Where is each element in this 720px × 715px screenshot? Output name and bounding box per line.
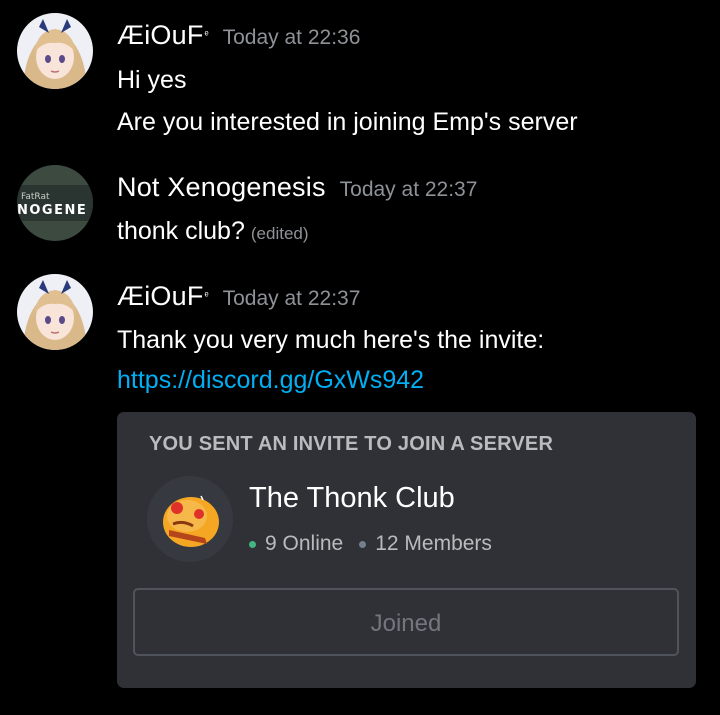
joined-button[interactable]: Joined bbox=[133, 588, 679, 656]
username-badge: ᵉ bbox=[204, 29, 209, 41]
anime-girl-avatar-icon bbox=[17, 13, 93, 89]
chat-messages: ÆiOuF ᵉ Today at 22:36 Hi yes Are you in… bbox=[0, 0, 720, 715]
message-text: Hi yes bbox=[117, 66, 187, 94]
avatar-text-top: FatRat bbox=[21, 192, 50, 202]
username[interactable]: Not Xenogenesis bbox=[117, 172, 326, 203]
member-count: 12 Members bbox=[375, 532, 492, 555]
message-content: thonk club? bbox=[117, 217, 245, 245]
username-badge: ᵉ bbox=[204, 290, 209, 302]
message-header: ÆiOuF ᵉ Today at 22:37 bbox=[117, 281, 360, 312]
server-name[interactable]: The Thonk Club bbox=[249, 482, 455, 515]
message-header: ÆiOuF ᵉ Today at 22:36 bbox=[117, 20, 360, 51]
message-link-line: https://discord.gg/GxWs942 bbox=[117, 366, 424, 395]
user-avatar[interactable] bbox=[17, 274, 93, 350]
edited-label: (edited) bbox=[250, 224, 309, 243]
user-avatar[interactable] bbox=[17, 13, 93, 89]
invite-link[interactable]: https://discord.gg/GxWs942 bbox=[117, 366, 424, 394]
thonk-emoji-icon bbox=[147, 476, 233, 562]
avatar-text-bottom: NOGENE bbox=[17, 203, 87, 218]
username[interactable]: ÆiOuF bbox=[117, 281, 204, 312]
members-status-dot bbox=[359, 540, 367, 548]
message-text: Are you interested in joining Emp's serv… bbox=[117, 108, 578, 136]
thefatrat-xenogenesis-avatar-icon: FatRat NOGENE bbox=[17, 165, 93, 241]
server-icon[interactable] bbox=[147, 476, 233, 562]
message-text: thonk club? (edited) bbox=[117, 217, 309, 246]
invite-title: YOU SENT AN INVITE TO JOIN A SERVER bbox=[149, 433, 554, 455]
online-count: 9 Online bbox=[265, 532, 344, 555]
message-text: Thank you very much here's the invite: bbox=[117, 326, 545, 354]
anime-girl-avatar-icon bbox=[17, 274, 93, 350]
timestamp: Today at 22:37 bbox=[339, 178, 478, 201]
online-status-dot bbox=[249, 540, 256, 548]
timestamp: Today at 22:36 bbox=[222, 26, 361, 49]
user-avatar[interactable]: FatRat NOGENE bbox=[17, 165, 93, 241]
server-invite-embed: YOU SENT AN INVITE TO JOIN A SERVER The … bbox=[117, 412, 696, 688]
message-header: Not Xenogenesis Today at 22:37 bbox=[117, 172, 477, 203]
username[interactable]: ÆiOuF bbox=[117, 20, 204, 51]
timestamp: Today at 22:37 bbox=[222, 287, 361, 310]
server-stats: 9 Online 12 Members bbox=[249, 532, 492, 556]
